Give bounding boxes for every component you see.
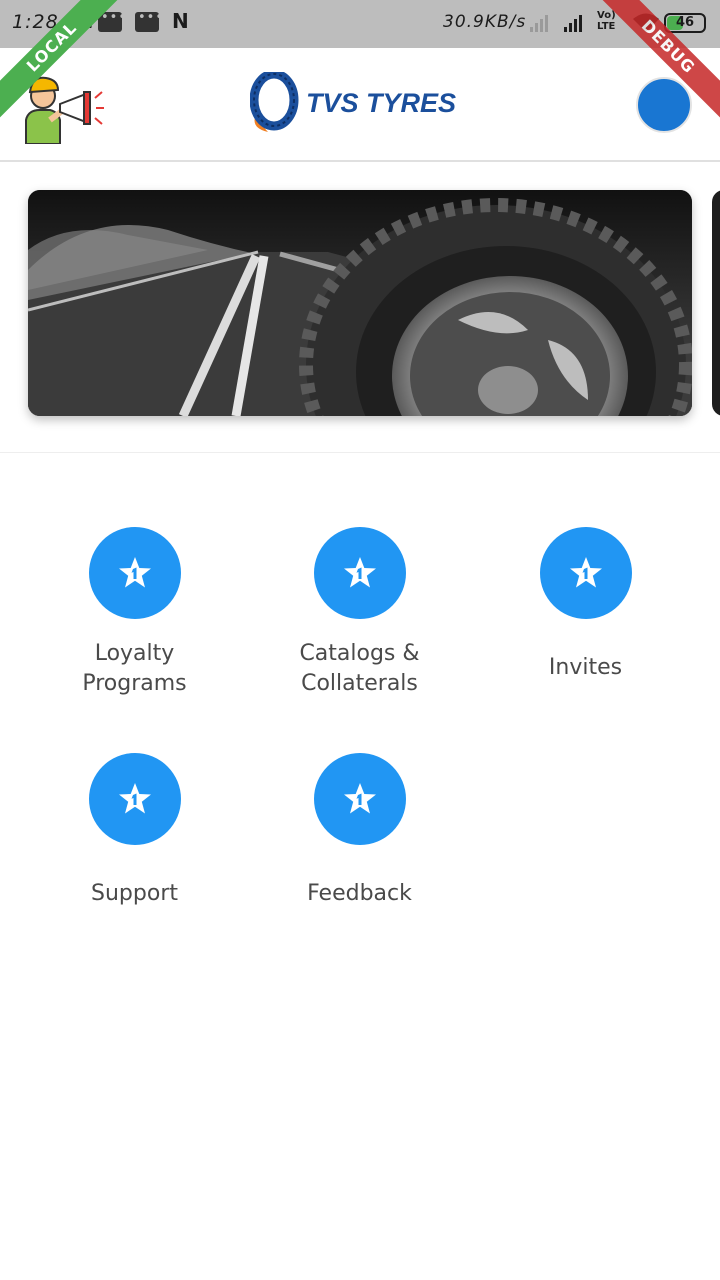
banner-slide[interactable] <box>28 190 692 416</box>
star-icon <box>118 557 151 588</box>
menu-item-label: Catalogs & Collaterals <box>299 641 420 696</box>
profile-avatar[interactable] <box>636 77 692 133</box>
star-icon <box>343 783 376 814</box>
menu-item-label: Invites <box>548 655 623 680</box>
signal-icon <box>564 14 582 32</box>
banner-carousel[interactable] <box>0 162 720 453</box>
menu-item-label: Loyalty Programs <box>82 641 187 696</box>
volte-indicator: Vo) LTE <box>597 10 616 32</box>
menu-item-feedback[interactable]: Feedback <box>247 753 472 909</box>
next-banner-slide[interactable] <box>712 190 720 416</box>
menu-item-loyalty-programs[interactable]: Loyalty Programs <box>22 527 247 699</box>
star-icon <box>343 557 376 588</box>
menu-item-catalogs-collaterals[interactable]: Catalogs & Collaterals <box>247 527 472 699</box>
message-icon <box>135 10 164 32</box>
star-icon <box>569 557 602 588</box>
menu-item-invites[interactable]: Invites <box>473 527 698 683</box>
menu-item-icon-circle <box>539 527 632 619</box>
battery-level: 46 <box>675 15 695 30</box>
star-icon <box>118 783 151 814</box>
menu-item-support[interactable]: Support <box>22 753 247 909</box>
menu-item-label: Support <box>91 881 178 906</box>
n-notification-icon: N <box>172 9 189 33</box>
tyre-road-banner-image <box>28 190 692 416</box>
menu-item-label: Feedback <box>307 881 412 906</box>
menu-item-icon-circle <box>88 527 181 619</box>
app-bar: TVS TYRES <box>0 48 720 162</box>
signal-icon <box>530 14 548 32</box>
tvs-tyre-logo-icon <box>250 72 299 132</box>
menu-item-icon-circle <box>88 753 181 845</box>
menu-item-icon-circle <box>313 527 406 619</box>
brand-name: TVS TYRES <box>306 88 457 118</box>
network-speed: 30.9KB/s <box>443 12 527 32</box>
menu-item-icon-circle <box>313 753 406 845</box>
